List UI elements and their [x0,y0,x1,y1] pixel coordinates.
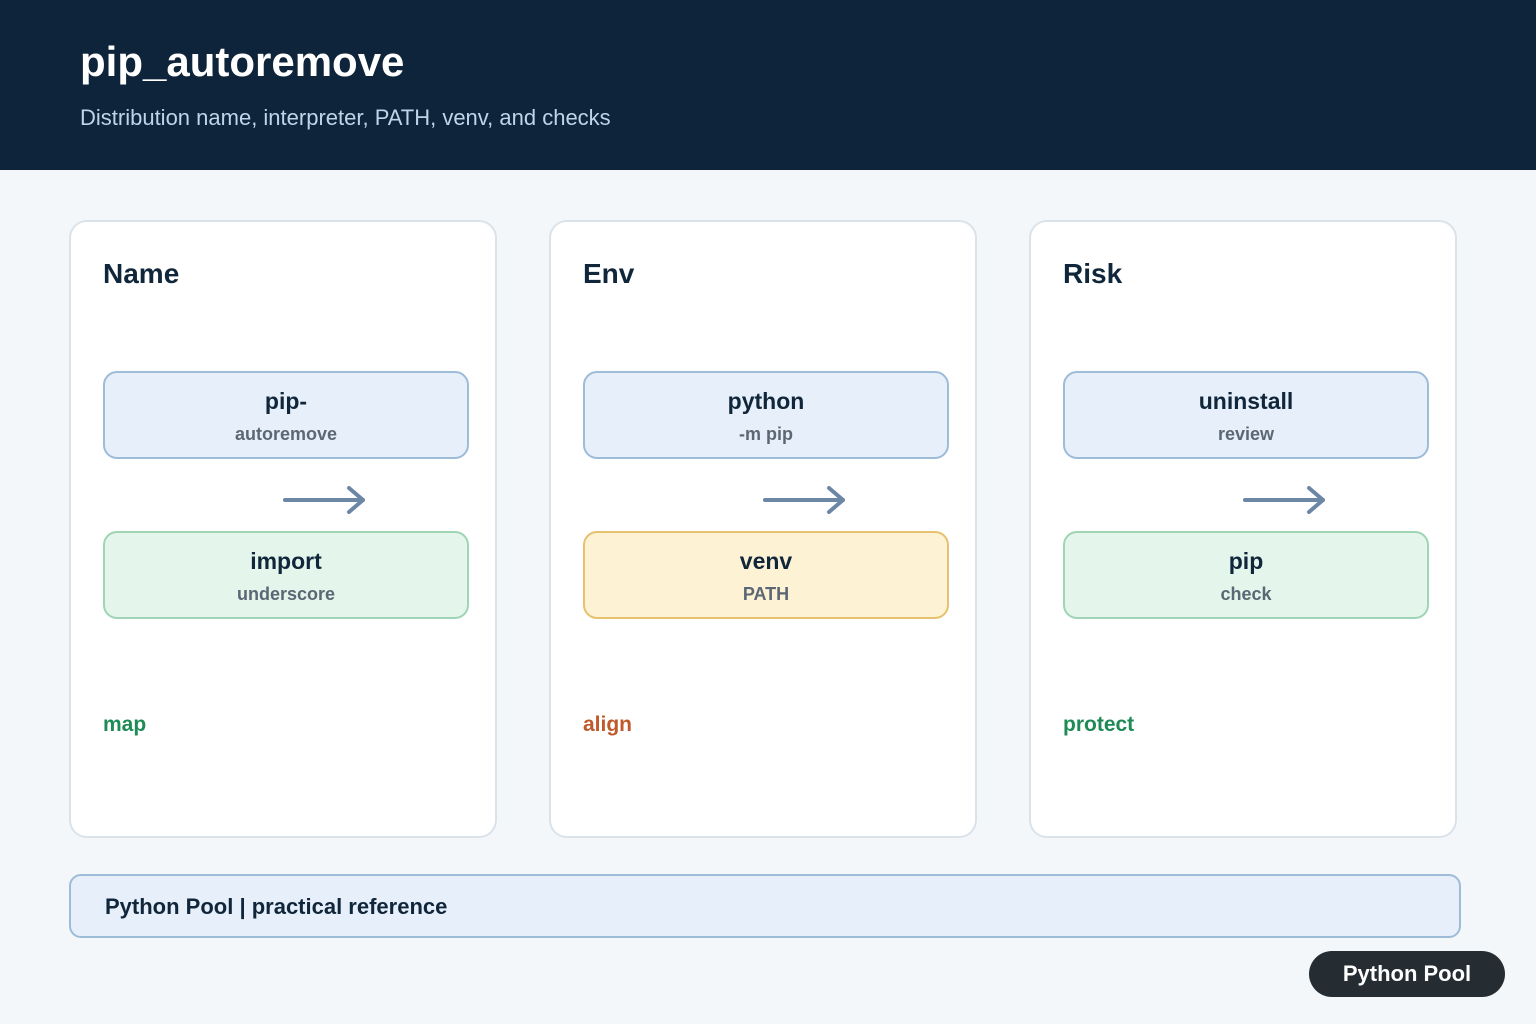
card-title: Name [103,258,180,289]
node-sub-label: -m pip [739,424,793,444]
node-main-label: uninstall [1198,388,1294,414]
page-title: pip_autoremove [80,38,405,85]
card-action-label: protect [1063,713,1135,736]
footer-bar: Python Pool | practical reference [69,874,1461,938]
footer-text: Python Pool | practical reference [105,894,448,919]
header-banner: pip_autoremove Distribution name, interp… [0,0,1536,170]
card-env: Env python -m pip venv PATH align [549,220,977,838]
card-name: Name pip- autoremove import underscore m… [69,220,497,838]
node-uninstall: uninstall review [1063,371,1429,459]
node-interpreter: python -m pip [583,371,949,459]
node-main-label: pip- [264,388,308,414]
card-title: Env [583,258,635,289]
page-subtitle: Distribution name, interpreter, PATH, ve… [80,105,611,130]
card-risk: Risk uninstall review pip check protect [1029,220,1457,838]
node-pip-check: pip check [1063,531,1429,619]
arrow-right-icon [763,486,845,514]
brand-badge: Python Pool [1309,951,1505,997]
card-action-label: align [583,713,633,736]
node-main-label: pip [1228,548,1264,574]
node-sub-label: PATH [742,584,790,604]
card-title: Risk [1063,258,1123,289]
card-action-label: map [103,713,147,736]
node-sub-label: check [1220,584,1272,604]
arrow-right-icon [283,486,365,514]
node-main-label: venv [739,548,793,574]
node-distribution: pip- autoremove [103,371,469,459]
node-sub-label: underscore [236,584,336,604]
arrow-right-icon [1243,486,1325,514]
node-sub-label: autoremove [234,424,338,444]
node-sub-label: review [1217,424,1275,444]
node-main-label: import [250,548,322,574]
node-venv: venv PATH [583,531,949,619]
node-import: import underscore [103,531,469,619]
node-main-label: python [727,388,805,414]
